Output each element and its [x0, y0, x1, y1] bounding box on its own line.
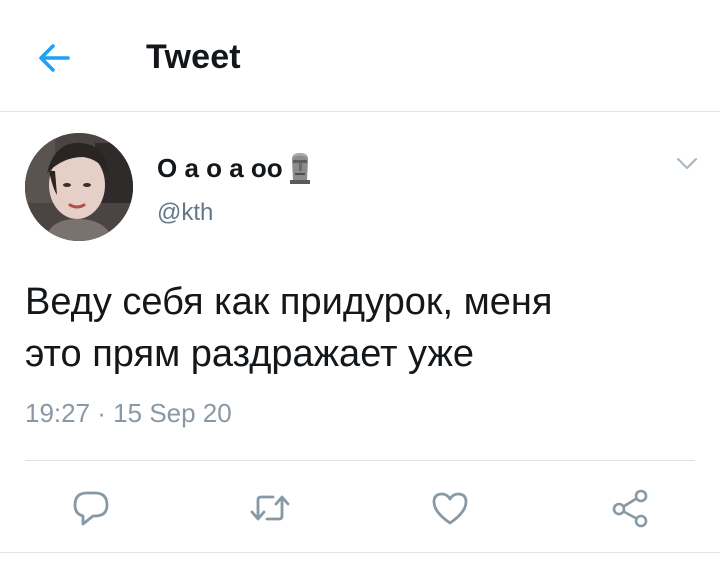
reply-button[interactable]: [61, 480, 121, 536]
chevron-down-icon[interactable]: [674, 150, 700, 176]
retweet-icon: [250, 495, 290, 521]
share-button[interactable]: [600, 480, 660, 536]
page-title: Tweet: [146, 38, 241, 76]
back-button[interactable]: [30, 36, 78, 80]
retweet-button[interactable]: [240, 480, 300, 536]
author-display-name[interactable]: O a o a oo: [157, 151, 313, 185]
tweet-text-line: это прям раздражает уже: [25, 333, 475, 375]
tweet-timestamp: 19:27 · 15 Sep 20: [25, 398, 232, 428]
reply-icon: [73, 491, 109, 526]
heart-icon: [432, 492, 468, 525]
tweet-text-line: Веду себя как придурок, меня: [25, 281, 553, 323]
divider: [25, 460, 695, 461]
tweet-text: Веду себя как придурок, меня это прям ра…: [25, 276, 695, 380]
divider: [0, 552, 720, 553]
arrow-left-icon: [39, 44, 70, 72]
avatar-photo: [25, 133, 133, 241]
top-bar: Tweet: [0, 0, 720, 112]
share-icon: [612, 489, 648, 528]
avatar[interactable]: [25, 133, 133, 241]
moai-icon: [289, 153, 310, 184]
author-handle[interactable]: @kth: [157, 199, 213, 227]
like-button[interactable]: [420, 480, 480, 536]
display-name-text: O a o a oo: [157, 152, 283, 183]
tweet-actions-bar: [0, 480, 720, 536]
